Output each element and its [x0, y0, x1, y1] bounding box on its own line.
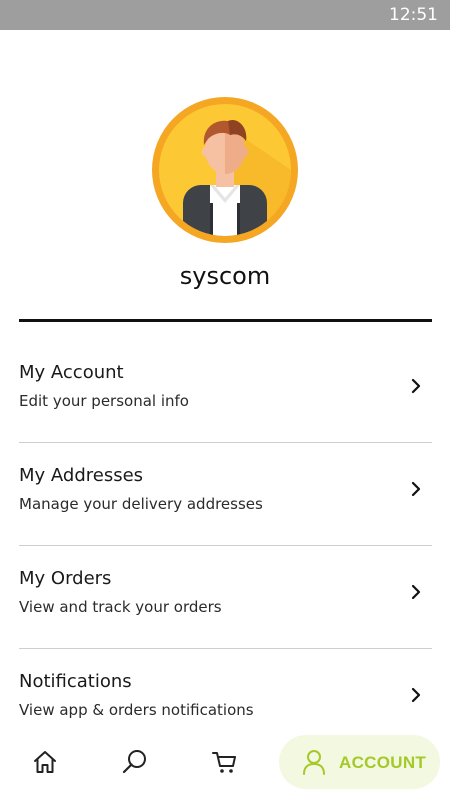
menu-item-title: My Addresses: [19, 465, 144, 486]
status-bar: 12:51: [0, 0, 450, 30]
chevron-right-icon: [411, 378, 421, 394]
menu-item-subtitle: View app & orders notifications: [19, 701, 254, 719]
menu-item-title: My Orders: [19, 568, 112, 589]
bottom-nav: ACCOUNT: [0, 735, 450, 800]
menu-item-title: My Account: [19, 362, 124, 383]
cart-icon[interactable]: [211, 748, 239, 776]
profile-divider: [19, 319, 432, 322]
account-tab-label: ACCOUNT: [339, 753, 427, 772]
menu-item-subtitle: View and track your orders: [19, 598, 222, 616]
chevron-right-icon: [411, 584, 421, 600]
home-icon[interactable]: [31, 748, 59, 776]
menu-item-subtitle: Edit your personal info: [19, 392, 189, 410]
chevron-right-icon: [411, 481, 421, 497]
search-icon[interactable]: [121, 748, 149, 776]
user-icon: [303, 750, 325, 775]
menu-item-my-addresses[interactable]: My Addresses Manage your delivery addres…: [0, 443, 450, 546]
menu-item-my-account[interactable]: My Account Edit your personal info: [0, 340, 450, 443]
status-time: 12:51: [389, 5, 438, 25]
man-avatar-icon: [152, 97, 298, 243]
menu-item-title: Notifications: [19, 671, 132, 692]
username: syscom: [179, 262, 271, 290]
avatar: [150, 95, 300, 245]
menu-item-my-orders[interactable]: My Orders View and track your orders: [0, 546, 450, 649]
chevron-right-icon: [411, 687, 421, 703]
account-tab-button[interactable]: ACCOUNT: [279, 735, 440, 789]
menu-item-subtitle: Manage your delivery addresses: [19, 495, 263, 513]
